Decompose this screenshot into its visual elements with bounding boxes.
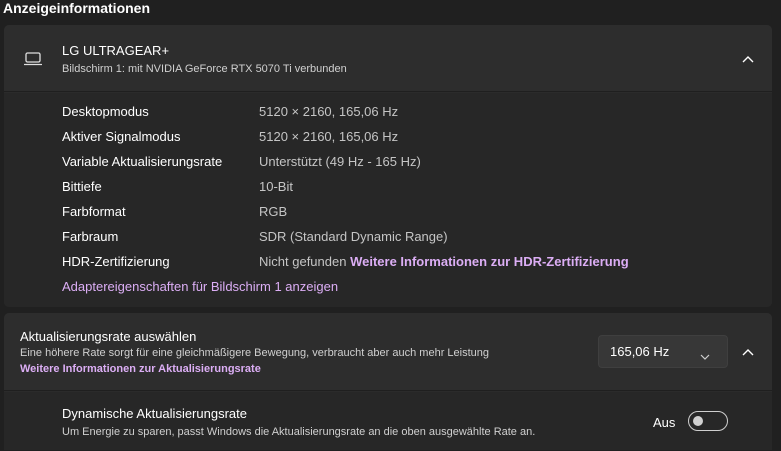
refresh-rate-description: Eine höhere Rate sorgt für eine gleichmä… <box>20 347 489 359</box>
hdr-info-link[interactable]: Weitere Informationen zur HDR-Zertifizie… <box>350 254 629 269</box>
row-value-color-space: SDR (Standard Dynamic Range) <box>259 229 448 244</box>
display-card-header[interactable]: LG ULTRAGEAR+ Bildschirm 1: mit NVIDIA G… <box>4 25 772 92</box>
row-value-hdr: Nicht gefunden Weitere Informationen zur… <box>259 254 629 269</box>
row-value-bit-depth: 10-Bit <box>259 179 293 194</box>
row-value-signal-mode: 5120 × 2160, 165,06 Hz <box>259 129 399 144</box>
collapse-display-button[interactable] <box>733 44 763 74</box>
toggle-knob <box>693 416 703 426</box>
monitor-name: LG ULTRAGEAR+ <box>62 43 170 58</box>
dynamic-refresh-rate-row: Dynamische Aktualisierungsrate Um Energi… <box>4 392 772 450</box>
row-label-hdr: HDR-Zertifizierung <box>62 254 170 269</box>
row-value-vrr: Unterstützt (49 Hz - 165 Hz) <box>259 154 421 169</box>
monitor-subtitle: Bildschirm 1: mit NVIDIA GeForce RTX 507… <box>62 63 347 75</box>
chevron-up-icon <box>742 343 754 361</box>
dynamic-refresh-title: Dynamische Aktualisierungsrate <box>62 406 247 421</box>
display-info-card: LG ULTRAGEAR+ Bildschirm 1: mit NVIDIA G… <box>4 25 772 307</box>
refresh-rate-card: Aktualisierungsrate auswählen Eine höher… <box>4 313 772 450</box>
row-label-vrr: Variable Aktualisierungsrate <box>62 154 223 169</box>
row-label-color-space: Farbraum <box>62 229 119 244</box>
collapse-refresh-rate-button[interactable] <box>733 337 763 367</box>
monitor-icon <box>23 52 43 66</box>
refresh-rate-header[interactable]: Aktualisierungsrate auswählen Eine höher… <box>4 313 772 391</box>
refresh-rate-selected: 165,06 Hz <box>610 344 670 359</box>
adapter-properties-link[interactable]: Adaptereigenschaften für Bildschirm 1 an… <box>62 279 338 294</box>
row-label-desktop-mode: Desktopmodus <box>62 104 149 119</box>
hdr-status: Nicht gefunden <box>259 254 347 269</box>
row-label-signal-mode: Aktiver Signalmodus <box>62 129 181 144</box>
section-title: Anzeigeinformationen <box>3 0 151 16</box>
row-label-color-format: Farbformat <box>62 204 126 219</box>
refresh-rate-title: Aktualisierungsrate auswählen <box>20 329 197 344</box>
row-value-color-format: RGB <box>259 204 288 219</box>
chevron-down-icon <box>700 348 710 360</box>
dynamic-refresh-toggle-label: Aus <box>653 415 676 430</box>
dynamic-refresh-description: Um Energie zu sparen, passt Windows die … <box>62 426 536 438</box>
row-value-desktop-mode: 5120 × 2160, 165,06 Hz <box>259 104 399 119</box>
dynamic-refresh-toggle[interactable] <box>688 411 728 431</box>
display-details: Desktopmodus 5120 × 2160, 165,06 Hz Akti… <box>4 93 772 307</box>
refresh-rate-dropdown[interactable]: 165,06 Hz <box>598 335 728 368</box>
chevron-up-icon <box>742 50 754 68</box>
refresh-rate-info-link[interactable]: Weitere Informationen zur Aktualisierung… <box>20 363 261 375</box>
row-label-bit-depth: Bittiefe <box>62 179 102 194</box>
